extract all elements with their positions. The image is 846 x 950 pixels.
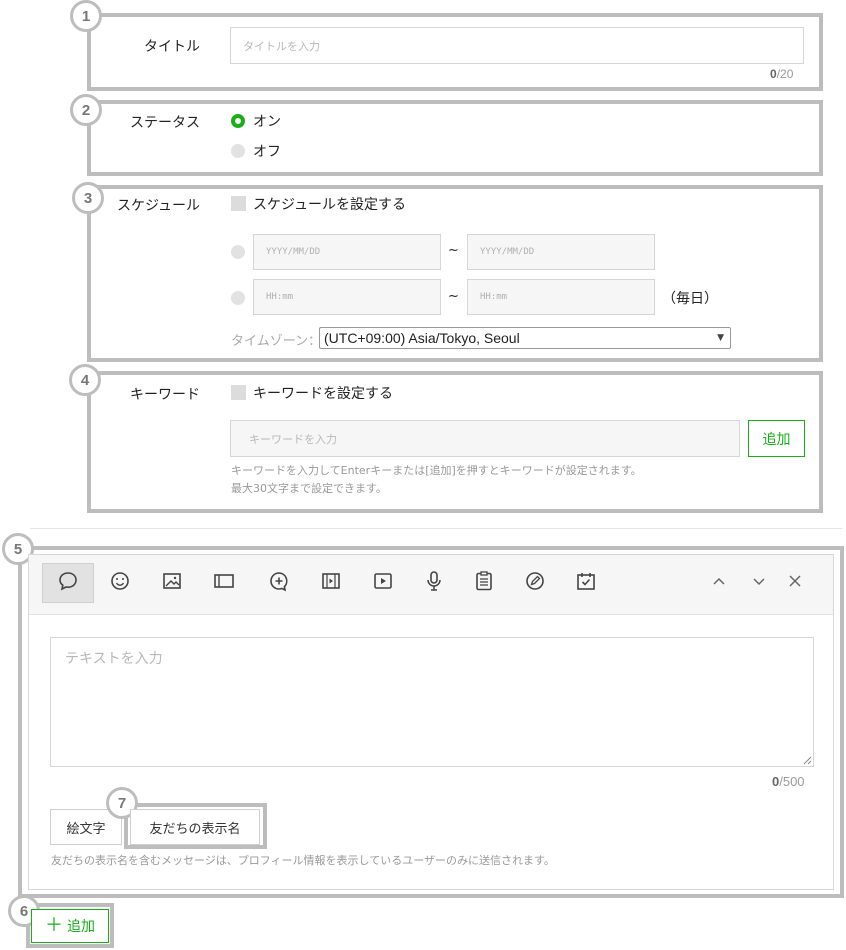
schedule-label: スケジュール — [116, 198, 200, 214]
keyword-add-button[interactable]: 追加 — [748, 420, 805, 457]
status-on-label: オン — [253, 114, 281, 130]
play-icon[interactable] — [372, 570, 394, 592]
timezone-label: タイムゾーン： — [231, 334, 322, 349]
plus-bubble-icon[interactable] — [268, 570, 290, 592]
keyword-label: キーワード — [130, 387, 200, 403]
keyword-input[interactable]: キーワードを入力 — [230, 420, 740, 457]
add-message-label: 追加 — [67, 919, 95, 935]
message-text-placeholder: テキストを入力 — [65, 651, 163, 667]
card-icon[interactable] — [213, 570, 235, 592]
friend-name-help: 友だちの表示名を含むメッセージは、プロフィール情報を表示しているユーザーのみに送… — [51, 854, 555, 867]
clipboard-icon[interactable] — [473, 570, 495, 592]
video-frame-icon[interactable] — [320, 570, 342, 592]
plus-icon: ＋ — [45, 915, 63, 936]
keyword-checkbox-label: キーワードを設定する — [253, 386, 393, 402]
friend-name-button[interactable]: 友だちの表示名 — [130, 809, 260, 845]
close-icon[interactable] — [784, 570, 806, 592]
keyword-input-placeholder: キーワードを入力 — [249, 432, 337, 446]
keyword-help-line2: 最大30文字まで設定できます。 — [231, 482, 387, 495]
section-badge-2: 2 — [70, 94, 102, 126]
title-input[interactable]: タイトルを入力 — [230, 27, 804, 64]
speech-bubble-icon[interactable] — [57, 570, 79, 592]
status-off-label: オフ — [253, 144, 281, 160]
timezone-select[interactable]: (UTC+09:00) Asia/Tokyo, Seoul ▼ — [319, 327, 731, 349]
date-start-input[interactable]: YYYY/MM/DD — [253, 234, 441, 270]
time-end-placeholder: HH:mm — [480, 292, 508, 302]
chevron-up-icon[interactable] — [708, 570, 730, 592]
microphone-icon[interactable] — [423, 570, 445, 592]
title-input-placeholder: タイトルを入力 — [243, 39, 320, 53]
smiley-icon[interactable] — [109, 570, 131, 592]
schedule-date-radio[interactable] — [231, 245, 245, 259]
calendar-check-icon[interactable] — [575, 570, 597, 592]
schedule-checkbox[interactable] — [231, 196, 246, 211]
section-badge-1: 1 — [70, 0, 102, 32]
message-char-counter: 0/500 — [772, 774, 805, 789]
dropdown-arrow-icon: ▼ — [717, 333, 724, 343]
title-char-counter: 0/20 — [770, 67, 794, 81]
time-start-placeholder: HH:mm — [266, 292, 294, 302]
add-message-button[interactable]: ＋ 追加 — [31, 909, 109, 943]
section-badge-4: 4 — [69, 364, 101, 396]
section-divider — [30, 528, 842, 529]
status-on-radio[interactable] — [231, 114, 245, 128]
schedule-checkbox-label: スケジュールを設定する — [253, 197, 407, 213]
date-range-separator: ~ — [448, 243, 459, 258]
time-range-separator: ~ — [448, 289, 459, 304]
timezone-select-value: (UTC+09:00) Asia/Tokyo, Seoul — [324, 330, 520, 346]
message-text-area[interactable]: テキストを入力 — [50, 637, 814, 767]
title-label: タイトル — [144, 39, 200, 55]
date-start-placeholder: YYYY/MM/DD — [266, 247, 321, 257]
schedule-time-radio[interactable] — [231, 291, 245, 305]
time-start-input[interactable]: HH:mm — [253, 279, 441, 315]
status-label: ステータス — [130, 115, 200, 131]
keyword-help-line1: キーワードを入力してEnterキーまたは[追加]を押すとキーワードが設定されます… — [231, 464, 642, 477]
image-icon[interactable] — [161, 570, 183, 592]
keyword-checkbox[interactable] — [231, 385, 246, 400]
chevron-down-icon[interactable] — [748, 570, 770, 592]
time-end-input[interactable]: HH:mm — [467, 279, 655, 315]
pen-circle-icon[interactable] — [524, 570, 546, 592]
date-end-placeholder: YYYY/MM/DD — [480, 247, 535, 257]
resize-handle-icon[interactable] — [802, 755, 812, 765]
daily-label: （毎日） — [662, 291, 718, 307]
date-end-input[interactable]: YYYY/MM/DD — [467, 234, 655, 270]
status-off-radio[interactable] — [231, 144, 245, 158]
